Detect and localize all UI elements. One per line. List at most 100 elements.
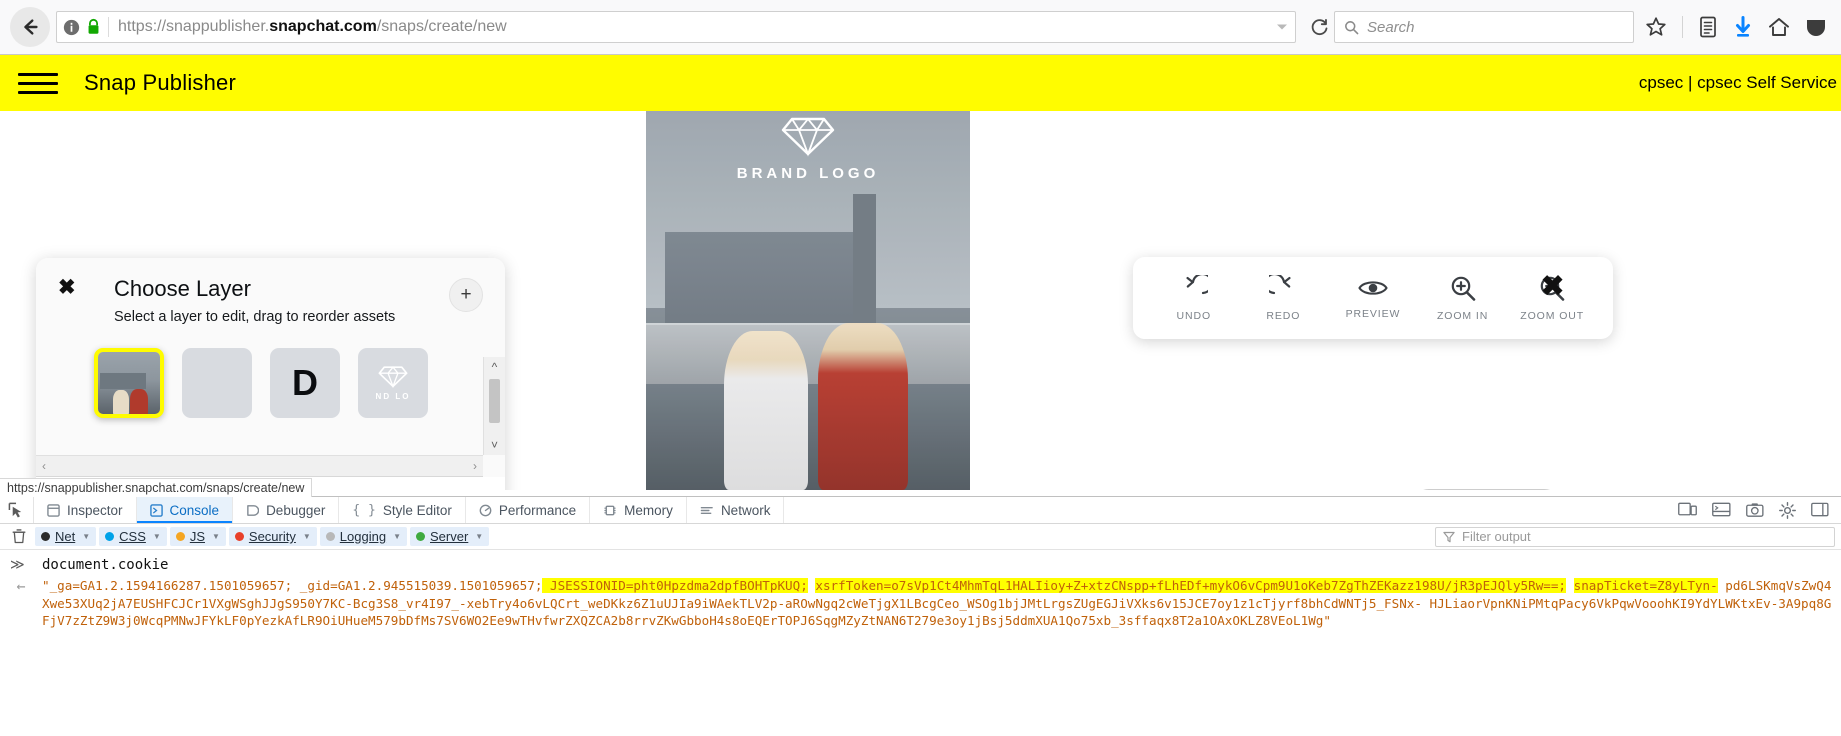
console-result-arrow: ← [16,577,26,595]
search-placeholder: Search [1367,18,1415,36]
brand-logo-text: BRAND LOGO [736,165,880,182]
chevron-down-icon[interactable]: ▼ [475,532,483,541]
layer-thumb-photo-image [98,352,160,414]
pocket-icon[interactable] [1805,15,1827,39]
console-filter-bar: Net ▼ CSS ▼ JS ▼ Security ▼ Logging ▼ Server ▼… [0,524,1841,550]
undo-label: UNDO [1176,309,1212,322]
scroll-right-icon[interactable]: › [473,459,477,473]
scroll-down-icon[interactable]: ˅ [491,438,498,452]
filter-css[interactable]: CSS ▼ [99,527,167,546]
cookie-highlight: xsrfToken=o7sVp1Ct4MhmTqL1HALIioy+Z+xtzC… [815,578,1567,593]
console-input-row[interactable]: ≫ document.cookie [0,554,1841,576]
devtools-tab-bar: Inspector Console Debugger { } Style Edi… [0,497,1841,524]
chevron-down-icon[interactable]: ▼ [212,532,220,541]
element-picker-icon[interactable] [0,497,34,523]
layer-thumb-blank[interactable] [182,348,252,418]
lock-icon[interactable] [86,18,101,36]
layer-thumb-brand-logo[interactable]: ND LO [358,348,428,418]
filter-security[interactable]: Security ▼ [228,527,317,546]
preview-button[interactable]: PREVIEW [1336,277,1410,320]
done-dropdown-button[interactable]: ▾ [1516,489,1562,490]
browser-toolbar: https://snappublisher.snapchat.com/snaps… [0,0,1841,55]
info-icon[interactable] [63,19,80,36]
scroll-left-icon[interactable]: ‹ [42,459,46,473]
filter-security-label: Security [248,529,296,544]
back-arrow-icon [24,19,38,35]
layer-list-vertical-scrollbar[interactable]: ^ ˅ [483,357,505,455]
close-icon[interactable]: ✖ [58,277,76,298]
scroll-up-icon[interactable]: ^ [492,360,498,374]
layer-thumb-brand-logo-label: ND LO [375,392,411,401]
choose-layer-header: ✖ Choose Layer Select a layer to edit, d… [36,258,505,325]
search-bar[interactable]: Search [1334,11,1634,43]
add-layer-button[interactable]: + [449,278,483,312]
done-button[interactable]: Done [1411,489,1516,490]
home-icon[interactable] [1767,15,1791,39]
filter-net[interactable]: Net ▼ [35,527,97,546]
tab-style-editor[interactable]: { } Style Editor [339,497,466,523]
tab-debugger[interactable]: Debugger [233,497,340,523]
app-title: Snap Publisher [84,70,237,95]
tab-inspector[interactable]: Inspector [34,497,137,523]
tab-memory[interactable]: Memory [590,497,687,523]
reload-button[interactable] [1304,12,1334,42]
account-label[interactable]: cpsec | cpsec Self Service [1639,73,1841,93]
console-input-value[interactable]: document.cookie [42,557,168,573]
dock-icon[interactable] [1811,502,1829,518]
cookie-highlight: JSESSIONID=pht0Hpzdma2dpfBOHTpKUQ; [542,578,808,593]
memory-icon [603,504,617,517]
tab-performance-label: Performance [498,502,577,518]
address-bar[interactable]: https://snappublisher.snapchat.com/snaps… [56,11,1296,43]
cookie-highlight: snapTicket=Z8yLTyn- [1573,578,1718,593]
status-bar-link-preview: https://snappublisher.snapchat.com/snaps… [0,478,313,497]
cookie-text: "_ga=GA1.2.1594166287.1501059657; _gid=G… [42,578,543,593]
trash-icon[interactable] [6,529,32,544]
chevron-down-icon[interactable]: ▼ [82,532,90,541]
filter-js[interactable]: JS ▼ [169,527,226,546]
hamburger-icon[interactable] [18,68,58,98]
downloads-icon[interactable] [1733,15,1753,39]
filter-server[interactable]: Server ▼ [410,527,490,546]
devtools-tools [1666,497,1841,523]
url-history-dropdown-icon[interactable] [1277,24,1287,30]
back-button[interactable] [10,7,50,47]
console-output-area[interactable]: ≫ document.cookie ← "_ga=GA1.2.159416628… [0,550,1841,630]
tab-network-label: Network [720,502,771,518]
zoom-out-label: ZOOM OUT [1520,309,1585,322]
tab-console[interactable]: Console [136,497,234,523]
filter-output-input[interactable]: Filter output [1435,526,1835,547]
settings-gear-icon[interactable] [1779,501,1796,519]
browser-action-icons [1644,15,1833,39]
chevron-down-icon[interactable]: ▼ [303,532,311,541]
bookmark-star-icon[interactable] [1644,15,1668,39]
responsive-design-icon[interactable] [1678,502,1697,518]
filter-logging[interactable]: Logging ▼ [319,527,407,546]
tab-network[interactable]: Network [687,497,785,523]
close-toolbar-icon[interactable]: ✖ [1540,269,1565,304]
network-icon [700,504,714,517]
panel-subtitle: Select a layer to edit, drag to reorder … [114,309,396,325]
console-cookie-output[interactable]: "_ga=GA1.2.1594166287.1501059657; _gid=G… [42,577,1832,630]
layer-list-horizontal-scrollbar[interactable]: ‹ › [36,455,483,477]
redo-button[interactable]: REDO [1246,274,1320,322]
console-prompt-chevron: ≫ [10,557,25,573]
undo-icon [1180,274,1208,301]
chevron-down-icon[interactable]: ▼ [153,532,161,541]
style-editor-icon: { } [352,502,376,518]
identity-box[interactable] [63,17,109,37]
debugger-icon [246,504,260,517]
screenshot-icon[interactable] [1746,502,1764,518]
chevron-down-icon[interactable]: ▼ [393,532,401,541]
scrollbar-thumb[interactable] [489,379,500,423]
tab-performance[interactable]: Performance [466,497,591,523]
filter-server-dot [416,532,425,541]
redo-icon [1269,274,1297,301]
zoom-in-button[interactable]: ZOOM IN [1426,275,1500,322]
split-console-icon[interactable] [1712,502,1731,518]
snap-preview[interactable]: BRAND LOGO [646,111,970,490]
layer-thumb-text[interactable]: D [270,348,340,418]
layer-thumb-photo[interactable] [94,348,164,418]
library-icon[interactable] [1697,15,1719,39]
undo-button[interactable]: UNDO [1157,274,1231,322]
reload-icon [1311,18,1327,35]
